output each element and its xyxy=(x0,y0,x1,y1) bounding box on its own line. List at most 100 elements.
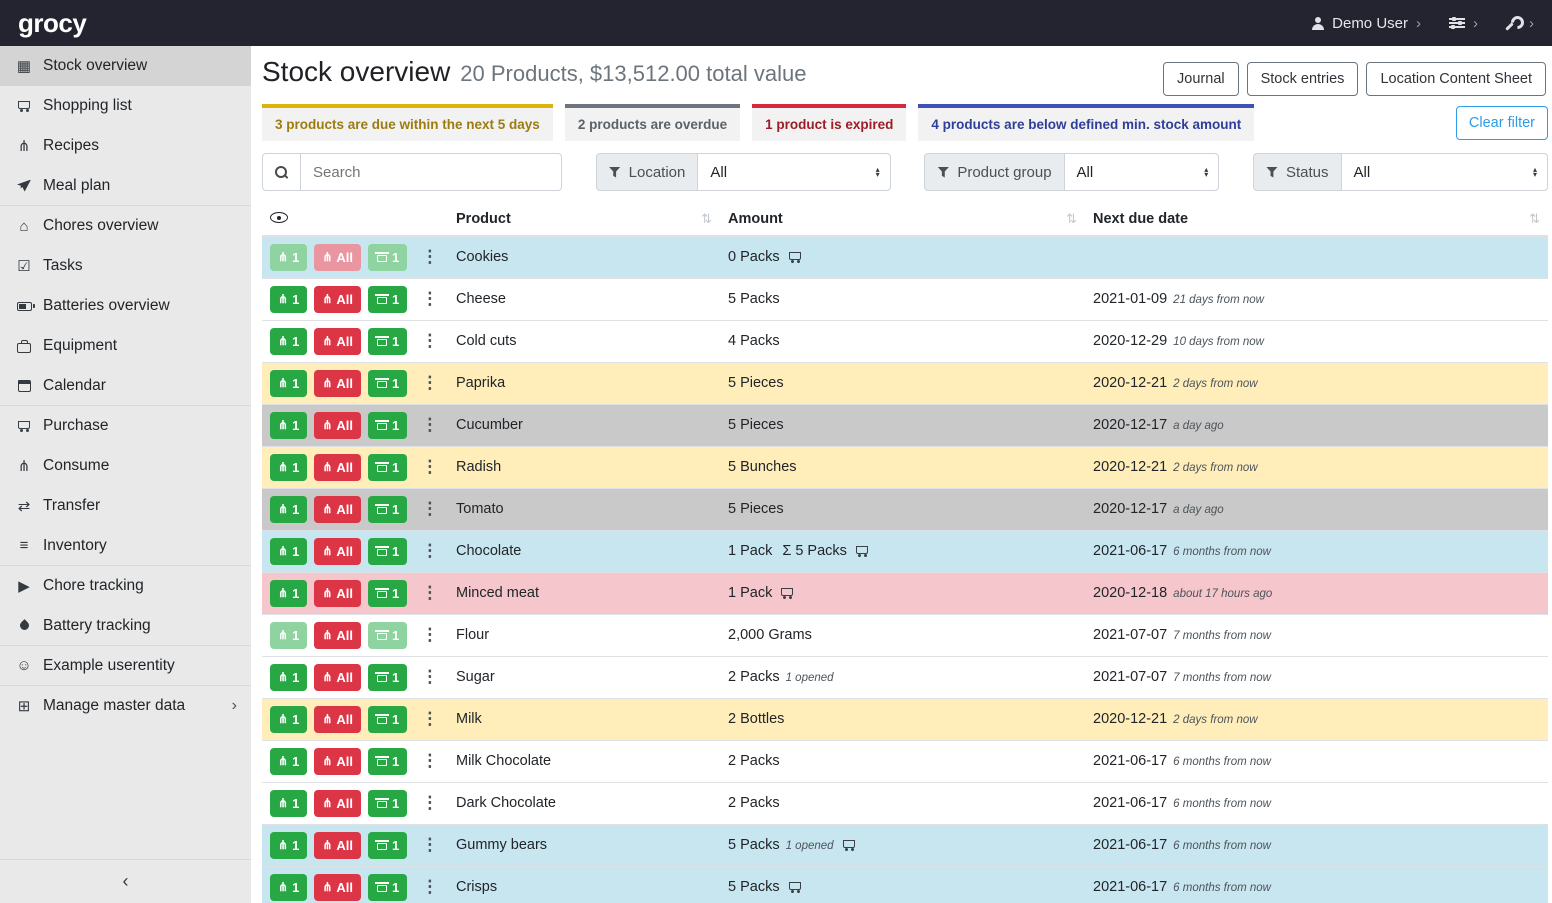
row-menu-button[interactable]: ⋮ xyxy=(421,247,438,267)
consume-all-button[interactable]: ⋔All xyxy=(314,790,361,817)
sidebar-item-tasks[interactable]: ☑ Tasks xyxy=(0,246,251,286)
journal-button[interactable]: Journal xyxy=(1163,62,1239,96)
column-header-visibility[interactable] xyxy=(262,203,448,236)
open-one-button[interactable]: 1 xyxy=(368,790,407,817)
consume-all-button[interactable]: ⋔All xyxy=(314,622,361,649)
product-name[interactable]: Sugar xyxy=(456,669,495,685)
row-menu-button[interactable]: ⋮ xyxy=(421,457,438,477)
product-name[interactable]: Radish xyxy=(456,459,501,475)
product-name[interactable]: Cold cuts xyxy=(456,333,516,349)
open-one-button[interactable]: 1 xyxy=(368,286,407,313)
consume-one-button[interactable]: ⋔1 xyxy=(270,832,307,859)
row-menu-button[interactable]: ⋮ xyxy=(421,373,438,393)
consume-all-button[interactable]: ⋔All xyxy=(314,874,361,901)
open-one-button[interactable]: 1 xyxy=(368,706,407,733)
consume-one-button[interactable]: ⋔1 xyxy=(270,412,307,439)
product-name[interactable]: Cheese xyxy=(456,291,506,307)
product-name[interactable]: Cookies xyxy=(456,249,508,265)
product-name[interactable]: Dark Chocolate xyxy=(456,795,556,811)
row-menu-button[interactable]: ⋮ xyxy=(421,289,438,309)
product-name[interactable]: Paprika xyxy=(456,375,505,391)
product-name[interactable]: Milk Chocolate xyxy=(456,753,551,769)
open-one-button[interactable]: 1 xyxy=(368,454,407,481)
row-menu-button[interactable]: ⋮ xyxy=(421,793,438,813)
column-header-next-due-date[interactable]: Next due date⇅ xyxy=(1085,203,1548,236)
sidebar-item-consume[interactable]: ⋔ Consume xyxy=(0,446,251,486)
consume-all-button[interactable]: ⋔All xyxy=(314,748,361,775)
consume-one-button[interactable]: ⋔1 xyxy=(270,496,307,523)
row-menu-button[interactable]: ⋮ xyxy=(421,751,438,771)
filter-notice-belowmin[interactable]: 4 products are below defined min. stock … xyxy=(918,104,1254,141)
consume-one-button[interactable]: ⋔1 xyxy=(270,328,307,355)
sort-icon[interactable]: ⇅ xyxy=(701,211,712,227)
product-name[interactable]: Chocolate xyxy=(456,543,521,559)
product-name[interactable]: Cucumber xyxy=(456,417,523,433)
consume-one-button[interactable]: ⋔1 xyxy=(270,706,307,733)
open-one-button[interactable]: 1 xyxy=(368,580,407,607)
consume-all-button[interactable]: ⋔All xyxy=(314,370,361,397)
column-header-product[interactable]: Product⇅ xyxy=(448,203,720,236)
row-menu-button[interactable]: ⋮ xyxy=(421,835,438,855)
sidebar-item-inventory[interactable]: ≡ Inventory xyxy=(0,526,251,566)
row-menu-button[interactable]: ⋮ xyxy=(421,625,438,645)
user-menu[interactable]: Demo User › xyxy=(1311,15,1421,32)
sidebar-item-equipment[interactable]: Equipment xyxy=(0,326,251,366)
sidebar-item-calendar[interactable]: Calendar xyxy=(0,366,251,406)
sidebar-item-recipes[interactable]: ⋔ Recipes xyxy=(0,126,251,166)
product-name[interactable]: Milk xyxy=(456,711,482,727)
clear-filter-button[interactable]: Clear filter xyxy=(1456,106,1548,140)
consume-all-button[interactable]: ⋔All xyxy=(314,580,361,607)
open-one-button[interactable]: 1 xyxy=(368,370,407,397)
app-logo[interactable]: grocy xyxy=(18,8,86,39)
consume-one-button[interactable]: ⋔1 xyxy=(270,244,307,271)
open-one-button[interactable]: 1 xyxy=(368,622,407,649)
consume-one-button[interactable]: ⋔1 xyxy=(270,622,307,649)
sidebar-item-transfer[interactable]: ⇄ Transfer xyxy=(0,486,251,526)
filter-notice-due[interactable]: 3 products are due within the next 5 day… xyxy=(262,104,553,141)
consume-one-button[interactable]: ⋔1 xyxy=(270,664,307,691)
consume-one-button[interactable]: ⋔1 xyxy=(270,370,307,397)
sidebar-item-example-userentity[interactable]: ☺ Example userentity xyxy=(0,646,251,686)
eye-icon[interactable] xyxy=(270,212,288,223)
row-menu-button[interactable]: ⋮ xyxy=(421,583,438,603)
consume-one-button[interactable]: ⋔1 xyxy=(270,286,307,313)
sidebar-item-manage-master-data[interactable]: ⊞ Manage master data › xyxy=(0,686,251,726)
open-one-button[interactable]: 1 xyxy=(368,496,407,523)
filter-notice-overdue[interactable]: 2 products are overdue xyxy=(565,104,740,141)
sidebar-collapse-button[interactable]: ‹ xyxy=(0,859,251,903)
row-menu-button[interactable]: ⋮ xyxy=(421,877,438,897)
consume-one-button[interactable]: ⋔1 xyxy=(270,454,307,481)
row-menu-button[interactable]: ⋮ xyxy=(421,541,438,561)
stock-entries-button[interactable]: Stock entries xyxy=(1247,62,1359,96)
search-input[interactable] xyxy=(300,153,562,191)
location-content-sheet-button[interactable]: Location Content Sheet xyxy=(1366,62,1546,96)
consume-one-button[interactable]: ⋔1 xyxy=(270,790,307,817)
sort-icon[interactable]: ⇅ xyxy=(1066,211,1077,227)
open-one-button[interactable]: 1 xyxy=(368,328,407,355)
consume-all-button[interactable]: ⋔All xyxy=(314,538,361,565)
admin-menu[interactable]: › xyxy=(1506,15,1534,32)
product-group-select[interactable]: All ▴▾ xyxy=(1064,153,1220,191)
open-one-button[interactable]: 1 xyxy=(368,412,407,439)
row-menu-button[interactable]: ⋮ xyxy=(421,415,438,435)
row-menu-button[interactable]: ⋮ xyxy=(421,331,438,351)
consume-all-button[interactable]: ⋔All xyxy=(314,454,361,481)
sidebar-item-chores-overview[interactable]: ⌂ Chores overview xyxy=(0,206,251,246)
consume-one-button[interactable]: ⋔1 xyxy=(270,538,307,565)
consume-all-button[interactable]: ⋔All xyxy=(314,496,361,523)
sidebar-item-meal-plan[interactable]: Meal plan xyxy=(0,166,251,206)
open-one-button[interactable]: 1 xyxy=(368,244,407,271)
sidebar-item-shopping-list[interactable]: Shopping list xyxy=(0,86,251,126)
consume-one-button[interactable]: ⋔1 xyxy=(270,580,307,607)
sidebar-item-batteries-overview[interactable]: Batteries overview xyxy=(0,286,251,326)
product-name[interactable]: Flour xyxy=(456,627,489,643)
sort-icon[interactable]: ⇅ xyxy=(1529,211,1540,227)
open-one-button[interactable]: 1 xyxy=(368,874,407,901)
status-select[interactable]: All ▴▾ xyxy=(1341,153,1548,191)
product-name[interactable]: Gummy bears xyxy=(456,837,547,853)
consume-all-button[interactable]: ⋔All xyxy=(314,286,361,313)
consume-all-button[interactable]: ⋔All xyxy=(314,412,361,439)
filter-notice-expired[interactable]: 1 product is expired xyxy=(752,104,906,141)
settings-menu[interactable]: › xyxy=(1449,15,1478,32)
row-menu-button[interactable]: ⋮ xyxy=(421,499,438,519)
